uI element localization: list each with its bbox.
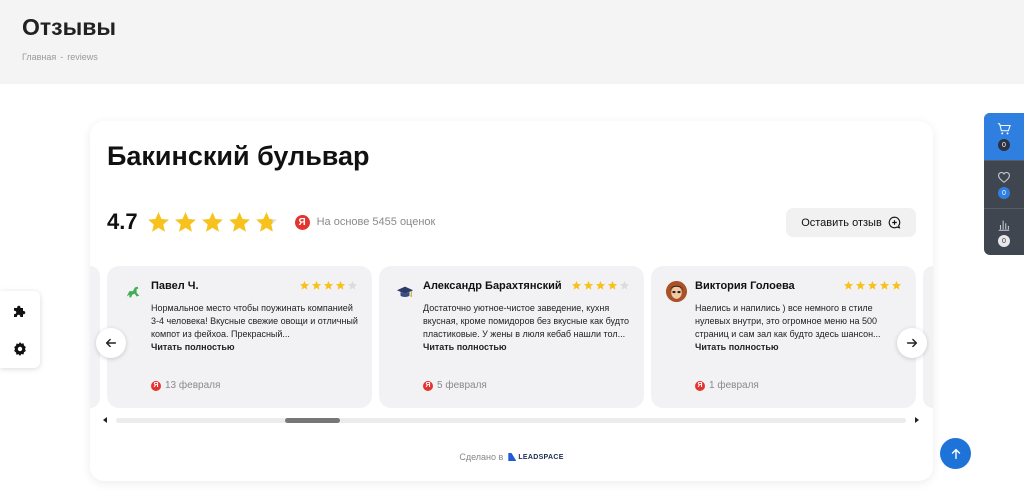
star-icon — [147, 211, 169, 232]
star-icon — [855, 280, 866, 290]
compare-count-badge: 0 — [998, 235, 1010, 247]
compare-chart-icon — [998, 220, 1010, 231]
star-icon — [879, 280, 890, 290]
cart-icon — [997, 123, 1011, 135]
star-icon — [867, 280, 878, 290]
star-icon — [255, 211, 277, 232]
reviews-carousel: Павел Ч. Нормальное место чтобы поужинат… — [90, 266, 933, 408]
puzzle-icon — [14, 305, 26, 317]
rating-summary: 4.7 Я На основе 5455 оценок — [107, 209, 435, 235]
leave-review-label: Оставить отзыв — [801, 216, 882, 229]
reviews-widget: Бакинский бульвар 4.7 Я На основе 5455 о… — [90, 121, 933, 481]
yandex-icon: Я — [294, 214, 310, 230]
reviewer-name: Александр Барахтянский — [423, 280, 562, 292]
star-icon — [607, 280, 618, 290]
review-stars — [299, 280, 358, 291]
yandex-icon: Я — [423, 380, 433, 391]
read-more-link[interactable]: Читать полностью — [151, 342, 235, 352]
carousel-scrollbar[interactable] — [100, 415, 922, 425]
read-more-link[interactable]: Читать полностью — [423, 342, 507, 352]
leave-review-button[interactable]: Оставить отзыв — [786, 208, 916, 237]
review-date: 13 февраля — [165, 380, 221, 391]
side-panel: 0 0 0 — [984, 113, 1024, 255]
star-icon — [335, 280, 346, 290]
breadcrumb-home-link[interactable]: Главная — [22, 52, 56, 62]
star-icon — [311, 280, 322, 290]
rating-value: 4.7 — [107, 209, 138, 234]
arrow-up-icon — [951, 448, 960, 459]
favorites-count-badge: 0 — [998, 187, 1010, 199]
star-icon — [843, 280, 854, 290]
scroll-thumb[interactable] — [285, 418, 341, 423]
review-date-row: Я 1 февраля — [695, 380, 759, 391]
carousel-prev-button[interactable] — [96, 328, 126, 358]
made-by-footer: Сделано в LEADSPACE — [90, 452, 933, 462]
place-title: Бакинский бульвар — [107, 141, 370, 171]
ratings-count: На основе 5455 оценок — [316, 216, 436, 228]
heart-icon — [998, 172, 1010, 183]
review-card: Павел Ч. Нормальное место чтобы поужинат… — [107, 266, 372, 408]
tools-panel — [0, 291, 40, 368]
carousel-next-button[interactable] — [897, 328, 927, 358]
read-more-link[interactable]: Читать полностью — [695, 342, 779, 352]
review-date: 1 февраля — [709, 380, 759, 391]
yandex-icon: Я — [151, 380, 161, 391]
review-text: Наелись и напились ) все немного в стиле… — [695, 303, 881, 339]
breadcrumb: Главная - reviews — [22, 52, 98, 62]
scroll-left-arrow[interactable] — [103, 417, 107, 423]
star-icon — [201, 211, 223, 232]
breadcrumb-separator: - — [60, 52, 64, 62]
cart-count-badge: 0 — [998, 139, 1010, 151]
compare-button[interactable]: 0 — [984, 209, 1024, 255]
star-icon — [228, 211, 250, 232]
scroll-to-top-button[interactable] — [940, 438, 971, 469]
dinosaur-avatar — [122, 281, 143, 302]
page-header: Отзывы Главная - reviews — [0, 0, 1024, 84]
review-stars — [571, 280, 630, 291]
photo-avatar — [666, 281, 687, 302]
reviewer-name: Виктория Голоева — [695, 280, 795, 292]
arrow-right-icon — [906, 338, 918, 348]
star-icon — [595, 280, 606, 290]
breadcrumb-current: reviews — [67, 52, 98, 62]
graduation-cap-avatar — [394, 281, 415, 302]
page-title: Отзывы — [22, 14, 117, 40]
review-date-row: Я 13 февраля — [151, 380, 220, 391]
extensions-button[interactable] — [10, 301, 30, 321]
star-icon — [299, 280, 310, 290]
star-icon — [619, 280, 630, 290]
rating-stars — [146, 210, 279, 235]
review-card: Виктория Голоева Наелись и напились ) вс… — [651, 266, 916, 408]
favorites-button[interactable]: 0 — [984, 161, 1024, 208]
star-icon — [323, 280, 334, 290]
review-text: Достаточно уютное-чистое заведение, кухн… — [423, 303, 630, 339]
star-icon — [174, 211, 196, 232]
arrow-left-icon — [105, 338, 117, 348]
leadspace-logo-mark — [508, 453, 517, 461]
star-icon — [891, 280, 902, 290]
scroll-track[interactable] — [116, 418, 906, 423]
review-date-row: Я 5 февраля — [423, 380, 487, 391]
star-icon — [571, 280, 582, 290]
review-card: Александр Барахтянский Достаточно уютное… — [379, 266, 644, 408]
made-by-label: Сделано в — [459, 452, 504, 462]
leadspace-brand-text: LEADSPACE — [518, 453, 564, 461]
star-icon — [583, 280, 594, 290]
review-text: Нормальное место чтобы поужинать компани… — [151, 303, 358, 339]
gear-icon — [14, 342, 26, 356]
chat-plus-icon — [888, 216, 901, 229]
review-stars — [843, 280, 902, 291]
scroll-right-arrow[interactable] — [915, 417, 919, 423]
yandex-icon: Я — [695, 380, 705, 391]
settings-button[interactable] — [10, 339, 30, 359]
star-icon — [347, 280, 358, 290]
leadspace-logo[interactable]: LEADSPACE — [508, 453, 563, 461]
cart-button[interactable]: 0 — [984, 113, 1024, 160]
reviewer-name: Павел Ч. — [151, 280, 199, 292]
review-date: 5 февраля — [437, 380, 487, 391]
